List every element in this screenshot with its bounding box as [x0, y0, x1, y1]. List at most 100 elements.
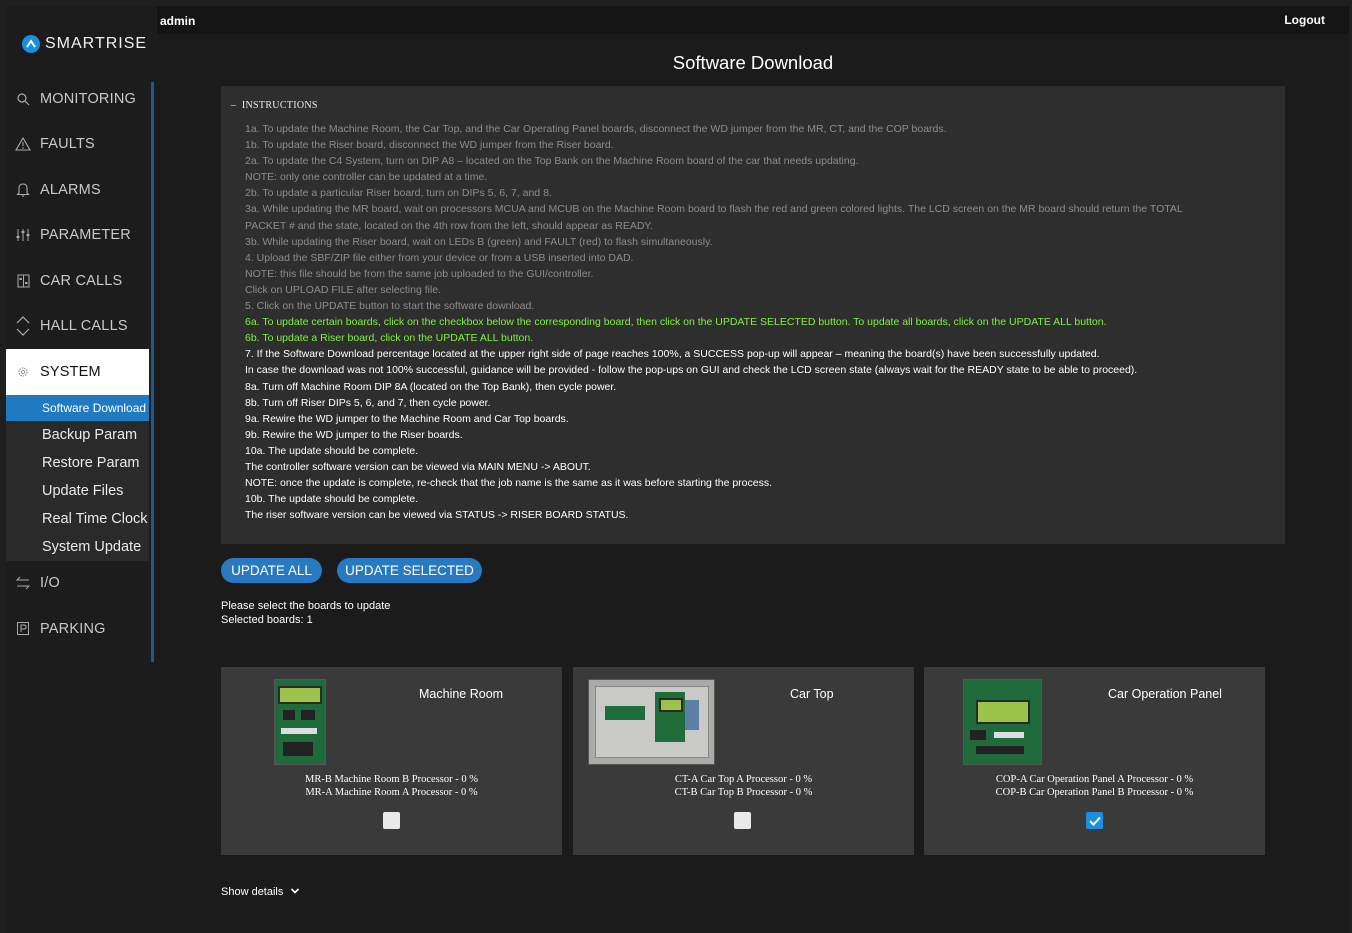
instruction-line: The riser software version can be viewed… — [245, 509, 629, 522]
sidebar: SMARTRISE MONITORING FAULTS ALARMS PARAM… — [6, 6, 157, 933]
submenu-software-download[interactable]: Software Download — [6, 394, 149, 421]
nav-item-system[interactable]: SYSTEM — [6, 349, 149, 395]
board-name: Car Top — [790, 687, 834, 701]
submenu-update-files[interactable]: Update Files — [6, 477, 149, 505]
machine-room-board-image — [274, 679, 326, 765]
nav-menu: MONITORING FAULTS ALARMS PARAMETER CAR C… — [6, 76, 149, 652]
instruction-line: NOTE: once the update is complete, re-ch… — [245, 477, 773, 490]
instruction-line: 10b. The update should be complete. — [245, 493, 419, 506]
nav-item-io[interactable]: I/O — [6, 561, 149, 607]
logo-text: SMARTRISE — [45, 35, 148, 52]
nav-item-faults[interactable]: FAULTS — [6, 122, 149, 168]
username-label: admin — [160, 14, 196, 28]
board-checkbox-machine-room[interactable] — [383, 812, 400, 829]
instruction-line: NOTE: only one controller can be updated… — [245, 171, 488, 184]
instruction-line: 8b. Turn off Riser DIPs 5, 6, and 7, the… — [245, 396, 491, 409]
warning-icon — [6, 137, 40, 151]
nav-item-monitoring[interactable]: MONITORING — [6, 76, 149, 122]
nav-label-system: SYSTEM — [40, 363, 101, 380]
selected-count: Selected boards: 1 — [221, 614, 313, 626]
submenu-real-time-clock[interactable]: Real Time Clock — [6, 505, 149, 533]
processor-status: CT-B Car Top B Processor - 0 % — [674, 786, 813, 798]
processor-list: CT-A Car Top A Processor - 0 % CT-B Car … — [573, 774, 914, 799]
board-card-machine-room: Machine Room MR-B Machine Room B Process… — [221, 667, 562, 855]
car-operation-panel-board-image — [963, 679, 1042, 765]
update-all-button[interactable]: UPDATE ALL — [221, 558, 322, 583]
nav-item-car-calls[interactable]: CAR CALLS — [6, 258, 149, 304]
nav-label-monitoring: MONITORING — [40, 90, 136, 107]
app-frame: admin Logout SMARTRISE MONITORING FAULTS — [6, 6, 1349, 933]
top-bar: admin Logout — [6, 6, 1349, 34]
board-card-car-top: Car Top CT-A Car Top A Processor - 0 % C… — [573, 667, 914, 855]
nav-label-car-calls: CAR CALLS — [40, 272, 123, 289]
instructions-toggle[interactable]: – INSTRUCTIONS — [231, 100, 318, 111]
instruction-line: 6b. To update a Riser board, click on th… — [245, 332, 534, 345]
nav-label-io: I/O — [40, 575, 60, 592]
select-prompt: Please select the boards to update — [221, 600, 391, 612]
nav-item-hall-calls[interactable]: HALL CALLS — [6, 304, 149, 350]
nav-label-alarms: ALARMS — [40, 181, 101, 198]
search-icon — [6, 92, 40, 106]
nav-item-parking[interactable]: PARKING — [6, 606, 149, 652]
checkmark-icon — [1088, 816, 1101, 826]
sliders-icon — [6, 228, 40, 242]
submenu-backup-param[interactable]: Backup Param — [6, 421, 149, 449]
page-title: Software Download — [672, 52, 834, 73]
instruction-line: 2b. To update a particular Riser board, … — [245, 187, 552, 200]
instruction-line: 1b. To update the Riser board, disconnec… — [245, 139, 614, 152]
chevron-down-icon — [286, 886, 300, 898]
nav-label-hall-calls: HALL CALLS — [40, 318, 128, 335]
instruction-line: PACKET # and the state, located on the 4… — [245, 219, 653, 232]
nav-item-alarms[interactable]: ALARMS — [6, 167, 149, 213]
collapse-icon: – — [231, 100, 242, 111]
instruction-line: 8a. Turn off Machine Room DIP 8A (locate… — [245, 380, 617, 393]
nav-label-faults: FAULTS — [40, 136, 95, 153]
instructions-panel: – INSTRUCTIONS 1a. To update the Machine… — [221, 86, 1285, 544]
nav-label-parking: PARKING — [40, 620, 106, 637]
arrows-icon — [6, 576, 40, 590]
nav-item-parameter[interactable]: PARAMETER — [6, 213, 149, 259]
show-details-toggle[interactable]: Show details — [221, 886, 300, 898]
parking-icon — [6, 622, 40, 636]
instruction-line: 5. Click on the UPDATE button to start t… — [245, 300, 535, 313]
board-checkbox-car-operation-panel[interactable] — [1086, 812, 1103, 829]
instruction-line: NOTE: this file should be from the same … — [245, 267, 594, 280]
logo-mark-icon — [22, 35, 40, 53]
up-down-icon — [6, 314, 40, 338]
submenu-restore-param[interactable]: Restore Param — [6, 449, 149, 477]
instruction-line: The controller software version can be v… — [245, 460, 591, 473]
show-details-label: Show details — [221, 886, 284, 898]
instruction-line: 4. Upload the SBF/ZIP file either from y… — [245, 251, 634, 264]
gear-icon — [6, 366, 40, 378]
car-calls-icon — [6, 274, 40, 288]
board-name: Car Operation Panel — [1108, 687, 1222, 701]
car-top-board-image — [588, 679, 715, 765]
logout-button[interactable]: Logout — [1284, 13, 1325, 27]
instruction-line: Click on UPLOAD FILE after selecting fil… — [245, 283, 442, 296]
submenu-system-update[interactable]: System Update — [6, 533, 149, 561]
update-selected-button[interactable]: UPDATE SELECTED — [337, 558, 482, 583]
board-checkbox-car-top[interactable] — [734, 812, 751, 829]
instruction-line: 3b. While updating the Riser board, wait… — [245, 235, 713, 248]
instruction-line: 9b. Rewire the WD jumper to the Riser bo… — [245, 428, 463, 441]
instruction-line: 3a. While updating the MR board, wait on… — [245, 203, 1183, 216]
board-card-car-operation-panel: Car Operation Panel COP-A Car Operation … — [924, 667, 1265, 855]
board-name: Machine Room — [419, 687, 504, 701]
instruction-line: In case the download was not 100% succes… — [245, 364, 1138, 377]
processor-status: MR-B Machine Room B Processor - 0 % — [305, 774, 478, 785]
instruction-line: 7. If the Software Download percentage l… — [245, 348, 1100, 361]
instructions-list: 1a. To update the Machine Room, the Car … — [245, 121, 1275, 523]
system-submenu: Software Download Backup Param Restore P… — [6, 394, 149, 561]
instruction-line: 10a. The update should be complete. — [245, 444, 419, 457]
main-content: Software Download – INSTRUCTIONS 1a. To … — [157, 34, 1349, 933]
processor-list: MR-B Machine Room B Processor - 0 % MR-A… — [221, 774, 562, 799]
processor-status: COP-B Car Operation Panel B Processor - … — [995, 786, 1194, 798]
instruction-line: 2a. To update the C4 System, turn on DIP… — [245, 155, 859, 168]
processor-status: COP-A Car Operation Panel A Processor - … — [995, 774, 1194, 785]
bell-icon — [6, 182, 40, 197]
instruction-line: 6a. To update certain boards, click on t… — [245, 316, 1107, 329]
nav-label-parameter: PARAMETER — [40, 227, 131, 244]
logo: SMARTRISE — [22, 34, 147, 54]
sidebar-scrollbar[interactable] — [151, 82, 154, 662]
processor-list: COP-A Car Operation Panel A Processor - … — [924, 774, 1265, 799]
